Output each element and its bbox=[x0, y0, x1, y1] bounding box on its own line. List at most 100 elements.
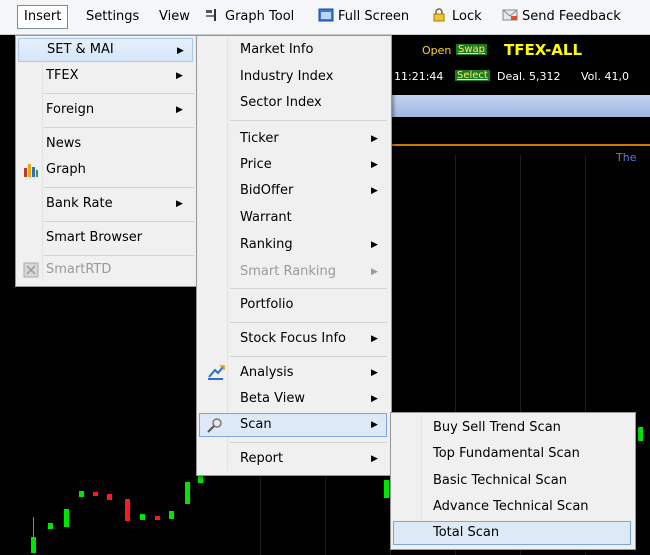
candle bbox=[107, 494, 112, 500]
menu-item-market-info[interactable]: Market Info bbox=[199, 38, 387, 62]
submenu-arrow-icon: ▶ bbox=[176, 105, 183, 115]
menu-separator bbox=[44, 187, 194, 188]
menu-item-label: Foreign bbox=[46, 102, 95, 117]
menu-item-news[interactable]: News bbox=[18, 132, 193, 156]
menu-item-graph[interactable]: Graph bbox=[18, 158, 193, 182]
menu-item-label: News bbox=[46, 136, 82, 151]
submenu-arrow-icon: ▶ bbox=[176, 71, 183, 81]
menu-item-foreign[interactable]: Foreign ▶ bbox=[18, 98, 193, 122]
menu-item-report[interactable]: Report ▶ bbox=[199, 447, 387, 471]
menu-bar: Insert Settings View Graph Tool Full Scr… bbox=[0, 0, 650, 35]
chart-title-label: The bbox=[616, 151, 637, 164]
candle bbox=[155, 516, 160, 520]
candle bbox=[140, 514, 145, 520]
menu-item-bidoffer[interactable]: BidOffer ▶ bbox=[199, 179, 387, 203]
submenu-arrow-icon: ▶ bbox=[371, 160, 378, 170]
market-status: Open bbox=[422, 44, 452, 57]
candle bbox=[79, 491, 84, 497]
menu-settings[interactable]: Settings bbox=[86, 6, 139, 28]
menu-item-basic-technical-scan[interactable]: Basic Technical Scan bbox=[393, 469, 631, 493]
menu-item-portfolio[interactable]: Portfolio bbox=[199, 293, 387, 317]
scan-submenu: Buy Sell Trend Scan Top Fundamental Scan… bbox=[390, 412, 636, 550]
menu-item-label: SmartRTD bbox=[46, 262, 112, 277]
menu-item-label: Smart Browser bbox=[46, 230, 143, 245]
full-screen-label: Full Screen bbox=[338, 9, 410, 24]
send-feedback-label: Send Feedback bbox=[522, 9, 621, 24]
menu-item-smart-ranking: Smart Ranking ▶ bbox=[199, 260, 387, 284]
menu-item-ticker[interactable]: Ticker ▶ bbox=[199, 127, 387, 151]
menu-separator bbox=[44, 93, 194, 94]
insert-menu: SET & MAI ▶ TFEX ▶ Foreign ▶ News Graph … bbox=[15, 35, 198, 287]
menu-item-price[interactable]: Price ▶ bbox=[199, 153, 387, 177]
menu-item-total-scan[interactable]: Total Scan bbox=[393, 521, 631, 545]
submenu-arrow-icon: ▶ bbox=[371, 420, 378, 430]
menu-separator bbox=[44, 221, 194, 222]
menu-item-bank-rate[interactable]: Bank Rate ▶ bbox=[18, 192, 193, 216]
lock-label: Lock bbox=[452, 9, 482, 24]
menu-item-tfex[interactable]: TFEX ▶ bbox=[18, 64, 193, 88]
menu-view[interactable]: View bbox=[159, 6, 190, 28]
submenu-arrow-icon: ▶ bbox=[177, 46, 184, 56]
deal-count: Deal. 5,312 bbox=[497, 70, 561, 83]
menu-item-top-fundamental-scan[interactable]: Top Fundamental Scan bbox=[393, 442, 631, 466]
time-label: 11:21:44 bbox=[394, 70, 444, 83]
graph-tool-label: Graph Tool bbox=[225, 9, 295, 24]
menu-item-label: Market Info bbox=[240, 42, 314, 57]
full-screen-button[interactable]: Full Screen bbox=[318, 6, 409, 28]
menu-item-label: Basic Technical Scan bbox=[433, 473, 567, 488]
menu-item-label: Analysis bbox=[240, 365, 294, 380]
candle bbox=[169, 511, 174, 519]
menu-separator bbox=[230, 120, 387, 121]
menu-item-label: Smart Ranking bbox=[240, 264, 337, 279]
submenu-arrow-icon: ▶ bbox=[371, 394, 378, 404]
volume-value: Vol. 41,0 bbox=[581, 70, 629, 83]
menu-item-smartrtd: SmartRTD bbox=[18, 258, 193, 282]
menu-item-label: Stock Focus Info bbox=[240, 331, 346, 346]
submenu-arrow-icon: ▶ bbox=[371, 186, 378, 196]
menu-item-label: Sector Index bbox=[240, 95, 322, 110]
lock-button[interactable]: Lock bbox=[432, 6, 482, 28]
menu-item-scan[interactable]: Scan ▶ bbox=[199, 413, 387, 437]
candle bbox=[384, 480, 389, 498]
menu-item-label: Report bbox=[240, 451, 284, 466]
submenu-arrow-icon: ▶ bbox=[371, 334, 378, 344]
candle bbox=[31, 537, 36, 553]
select-link[interactable]: Select bbox=[455, 70, 490, 81]
menu-item-advance-technical-scan[interactable]: Advance Technical Scan bbox=[393, 495, 631, 519]
candle bbox=[125, 499, 130, 521]
menu-item-label: Advance Technical Scan bbox=[433, 499, 589, 514]
menu-item-label: Top Fundamental Scan bbox=[433, 446, 580, 461]
menu-item-beta-view[interactable]: Beta View ▶ bbox=[199, 387, 387, 411]
menu-item-label: Industry Index bbox=[240, 69, 334, 84]
menu-separator bbox=[44, 127, 194, 128]
menu-item-label: Price bbox=[240, 157, 272, 172]
symbol-label: TFEX-ALL bbox=[504, 41, 583, 59]
smartrtd-icon bbox=[23, 262, 39, 278]
menu-item-industry-index[interactable]: Industry Index bbox=[199, 65, 387, 89]
graph-tool-button[interactable]: Graph Tool bbox=[205, 6, 294, 28]
menu-item-set-mai[interactable]: SET & MAI ▶ bbox=[18, 38, 193, 62]
menu-item-stock-focus-info[interactable]: Stock Focus Info ▶ bbox=[199, 327, 387, 351]
menu-item-label: Scan bbox=[240, 417, 272, 432]
menu-item-buy-sell-trend-scan[interactable]: Buy Sell Trend Scan bbox=[393, 416, 631, 440]
menu-item-sector-index[interactable]: Sector Index bbox=[199, 91, 387, 115]
menu-item-label: Beta View bbox=[240, 391, 305, 406]
menu-item-smart-browser[interactable]: Smart Browser bbox=[18, 226, 193, 250]
menu-item-ranking[interactable]: Ranking ▶ bbox=[199, 233, 387, 257]
lock-icon bbox=[432, 8, 448, 22]
scan-icon bbox=[207, 417, 223, 433]
menu-item-label: Buy Sell Trend Scan bbox=[433, 420, 561, 435]
menu-insert[interactable]: Insert bbox=[17, 5, 69, 29]
submenu-arrow-icon: ▶ bbox=[371, 134, 378, 144]
graph-icon bbox=[23, 162, 39, 178]
menu-item-warrant[interactable]: Warrant bbox=[199, 206, 387, 230]
menu-item-analysis[interactable]: Analysis ▶ bbox=[199, 361, 387, 385]
menu-item-label: Ranking bbox=[240, 237, 293, 252]
analysis-icon bbox=[207, 365, 225, 381]
menu-item-label: BidOffer bbox=[240, 183, 294, 198]
send-feedback-button[interactable]: Send Feedback bbox=[502, 6, 621, 28]
swap-link[interactable]: Swap bbox=[456, 44, 488, 55]
graph-tool-icon bbox=[205, 8, 221, 22]
menu-separator bbox=[230, 322, 387, 323]
feedback-icon bbox=[502, 8, 518, 22]
